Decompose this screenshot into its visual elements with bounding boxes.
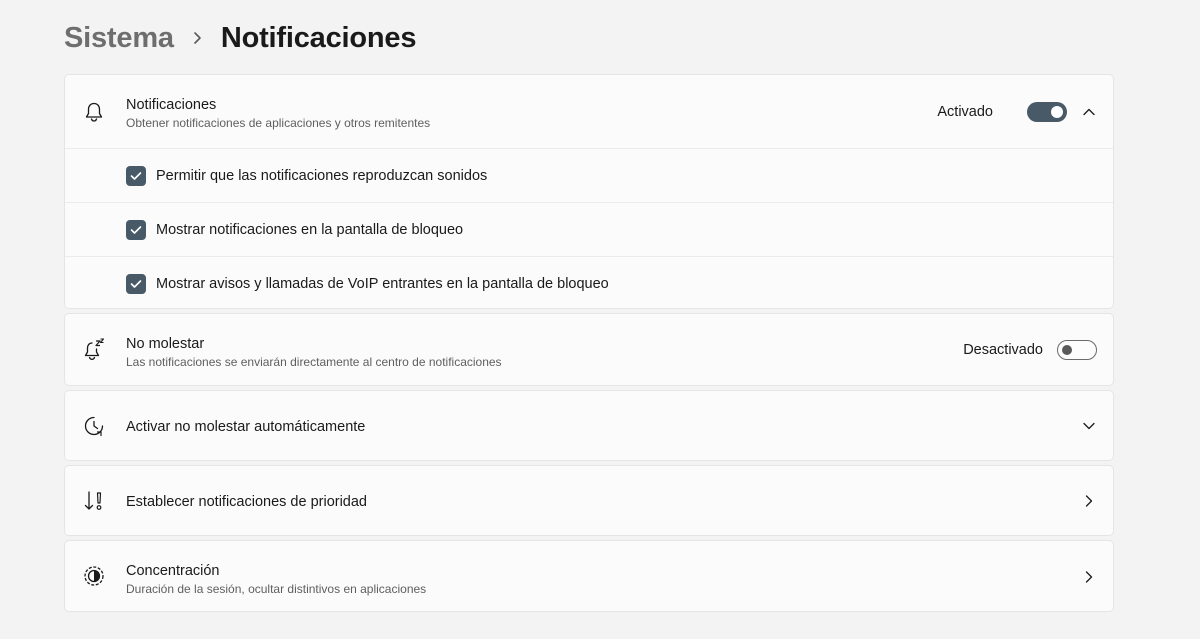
priority-card[interactable]: Establecer notificaciones de prioridad bbox=[64, 465, 1114, 536]
notifications-state-label: Activado bbox=[937, 104, 993, 120]
notifications-title: Notificaciones bbox=[126, 97, 217, 113]
toggle-knob bbox=[1062, 345, 1072, 355]
notifications-text: Notificaciones Obtener notificaciones de… bbox=[126, 96, 430, 131]
bell-sleep-icon bbox=[82, 337, 106, 362]
chevron-right-icon bbox=[192, 31, 204, 45]
page-title: Notificaciones bbox=[220, 21, 417, 54]
do-not-disturb-card[interactable]: No molestar Las notificaciones se enviar… bbox=[64, 313, 1114, 386]
dnd-text: No molestar Las notificaciones se enviar… bbox=[126, 335, 502, 370]
notifications-controls: Activado bbox=[937, 102, 1097, 122]
notifications-toggle[interactable] bbox=[1027, 102, 1067, 122]
lockscreen-checkbox[interactable] bbox=[126, 219, 146, 240]
notifications-header[interactable]: Notificaciones Obtener notificaciones de… bbox=[65, 75, 1113, 148]
lockscreen-label: Mostrar notificaciones en la pantalla de… bbox=[156, 221, 464, 238]
option-row[interactable]: Mostrar avisos y llamadas de VoIP entran… bbox=[65, 257, 1113, 310]
breadcrumb: Sistema Notificaciones bbox=[64, 18, 416, 58]
auto-dnd-text: Activar no molestar automáticamente bbox=[126, 418, 365, 436]
option-row[interactable]: Mostrar notificaciones en la pantalla de… bbox=[65, 203, 1113, 256]
dnd-subtitle: Las notificaciones se enviarán directame… bbox=[126, 355, 502, 369]
breadcrumb-parent[interactable]: Sistema bbox=[64, 22, 174, 55]
auto-dnd-title: Activar no molestar automáticamente bbox=[126, 419, 366, 435]
priority-icon bbox=[82, 489, 106, 513]
voip-label: Mostrar avisos y llamadas de VoIP entran… bbox=[156, 275, 609, 292]
priority-text: Establecer notificaciones de prioridad bbox=[126, 493, 367, 511]
auto-dnd-card[interactable]: Activar no molestar automáticamente bbox=[64, 390, 1114, 461]
chevron-up-icon[interactable] bbox=[1081, 104, 1097, 120]
focus-card[interactable]: Concentración Duración de la sesión, ocu… bbox=[64, 540, 1114, 612]
dnd-controls: Desactivado bbox=[963, 340, 1097, 360]
chevron-right-icon[interactable] bbox=[1081, 493, 1097, 509]
focus-title: Concentración bbox=[126, 563, 220, 579]
dnd-state-label: Desactivado bbox=[963, 342, 1043, 358]
bell-icon bbox=[82, 100, 106, 124]
focus-subtitle: Duración de la sesión, ocultar distintiv… bbox=[126, 582, 427, 596]
chevron-right-icon[interactable] bbox=[1081, 569, 1097, 585]
dnd-toggle[interactable] bbox=[1057, 340, 1097, 360]
voip-checkbox[interactable] bbox=[126, 273, 146, 294]
sound-label: Permitir que las notificaciones reproduz… bbox=[156, 167, 488, 184]
notifications-subtitle: Obtener notificaciones de aplicaciones y… bbox=[126, 116, 431, 130]
sound-checkbox[interactable] bbox=[126, 165, 146, 186]
option-row[interactable]: Permitir que las notificaciones reproduz… bbox=[65, 149, 1113, 202]
focus-text: Concentración Duración de la sesión, ocu… bbox=[126, 562, 426, 597]
chevron-down-icon[interactable] bbox=[1081, 418, 1097, 434]
clock-icon bbox=[82, 414, 106, 438]
priority-title: Establecer notificaciones de prioridad bbox=[126, 494, 367, 510]
notifications-card: Notificaciones Obtener notificaciones de… bbox=[64, 74, 1114, 309]
toggle-knob bbox=[1051, 106, 1063, 118]
dnd-title: No molestar bbox=[126, 336, 205, 352]
focus-icon bbox=[82, 564, 106, 588]
